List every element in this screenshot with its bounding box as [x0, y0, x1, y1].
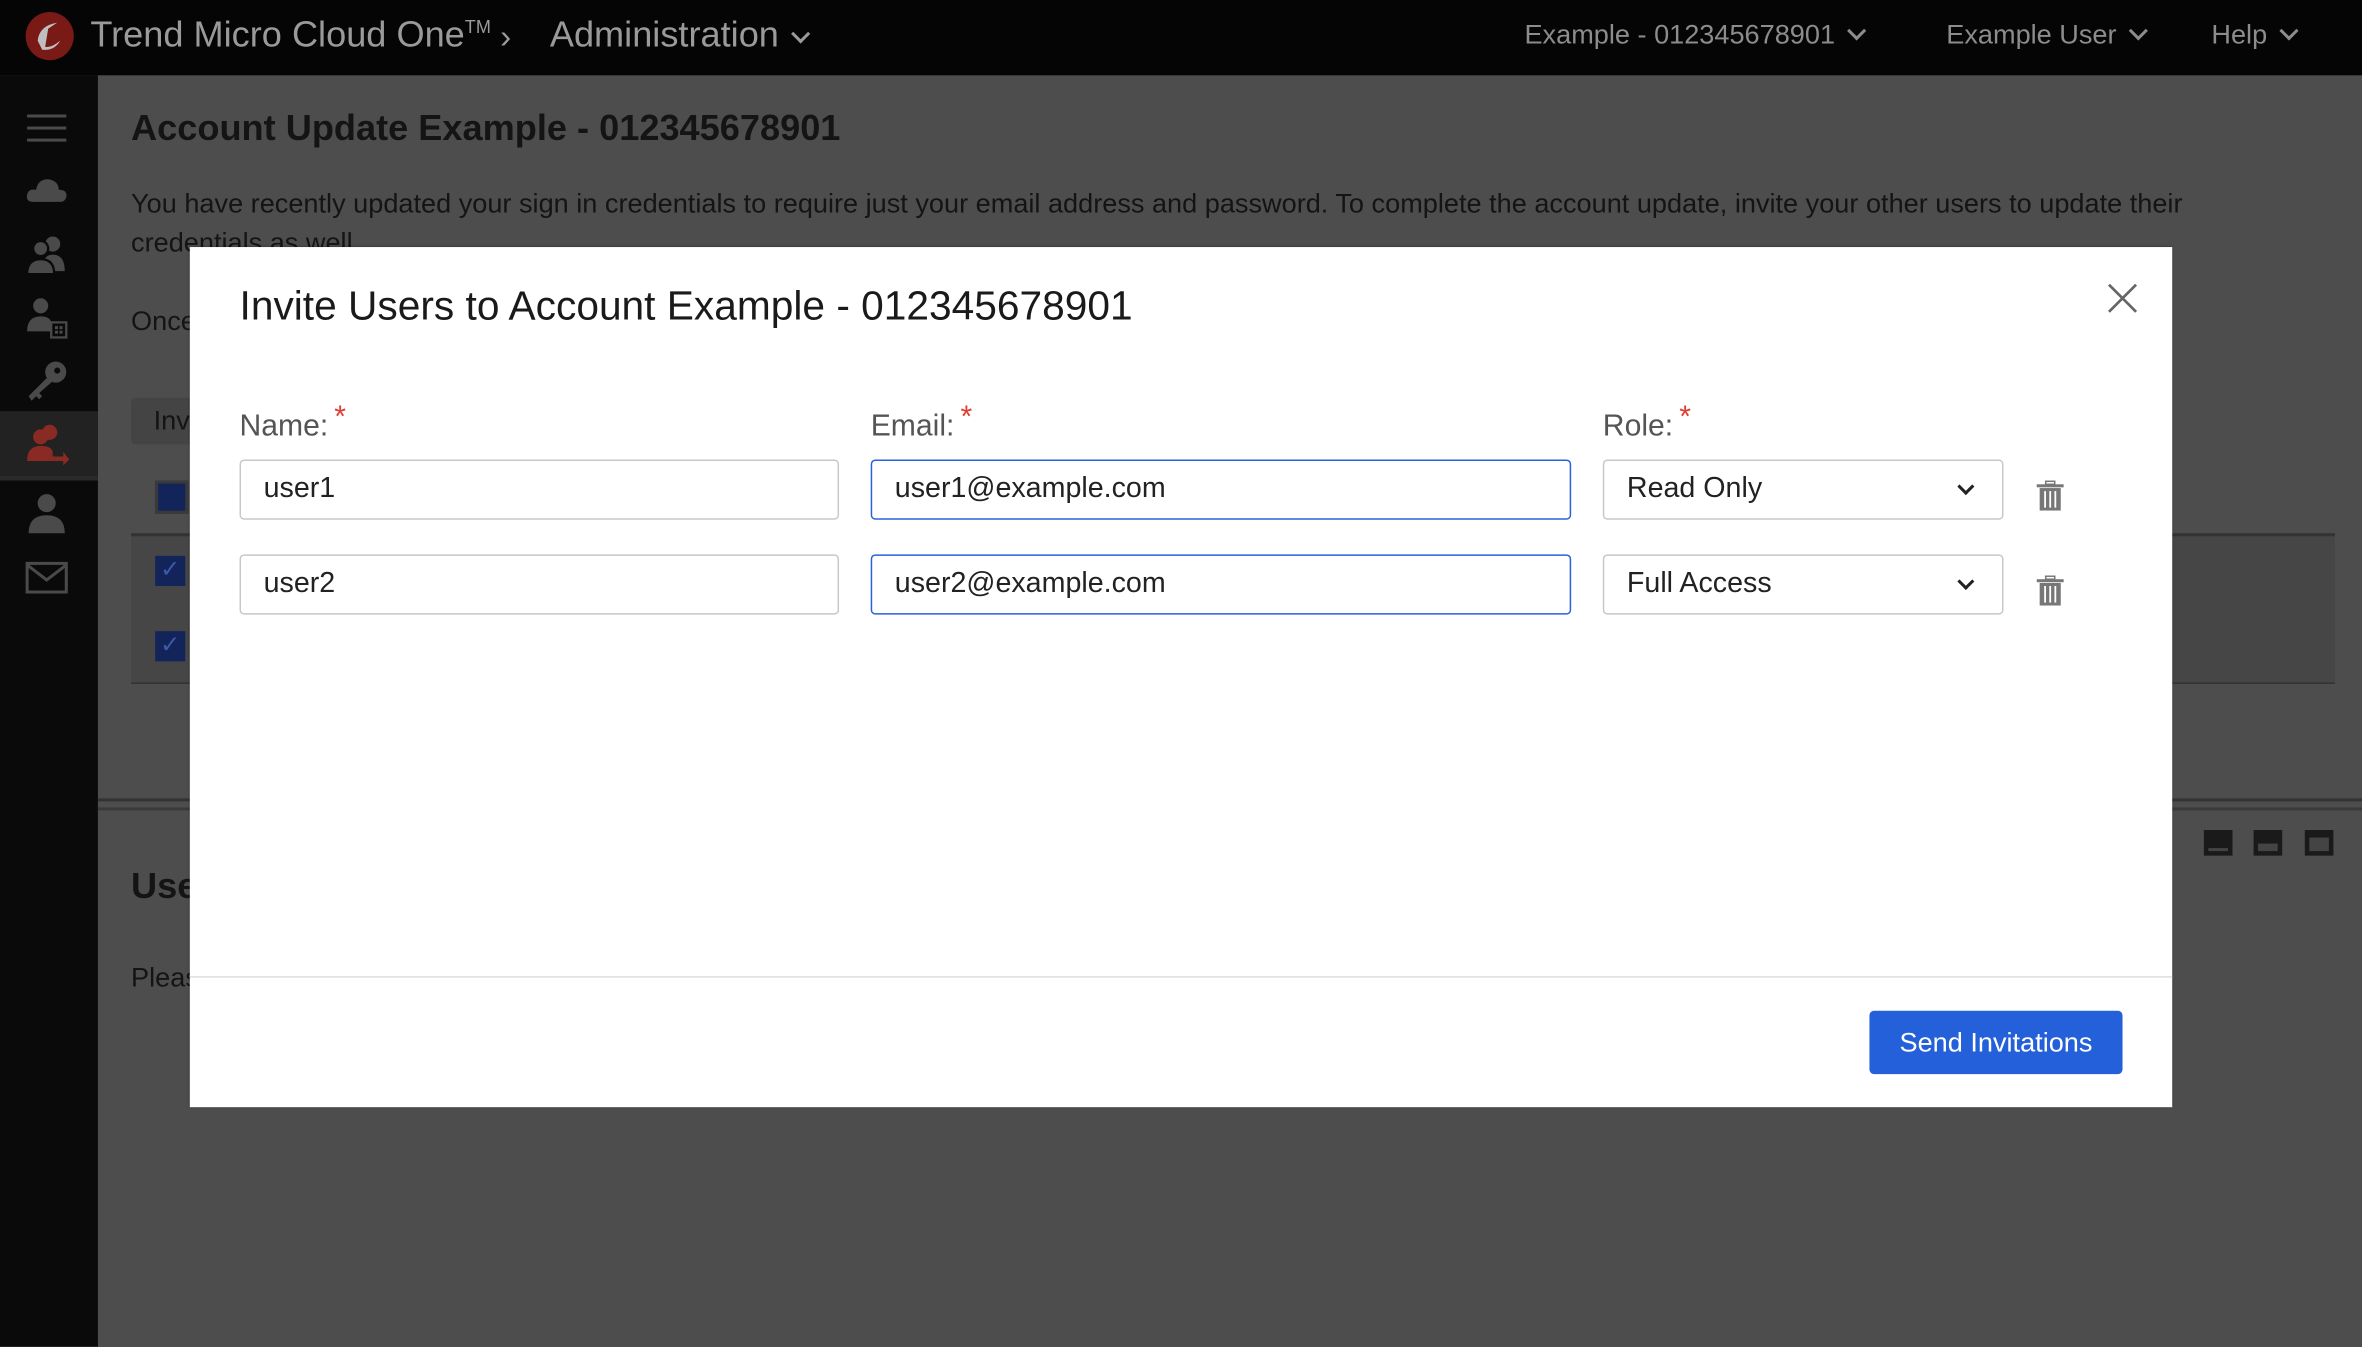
invite-users-dialog: Invite Users to Account Example - 012345… [189, 247, 2173, 1108]
trash-icon[interactable] [2036, 480, 2064, 511]
close-icon[interactable] [2107, 283, 2138, 313]
layout-full-icon[interactable] [2304, 830, 2334, 856]
role-select[interactable]: Read Only [1602, 459, 2004, 520]
account-update-message: You have recently updated your sign in c… [131, 188, 2183, 219]
top-navigation-bar: Trend Micro Cloud OneTM › Administration… [0, 0, 2362, 76]
sidebar [0, 75, 98, 1347]
layout-split-icon[interactable] [2253, 830, 2283, 856]
page-title: Account Update Example - 012345678901 [131, 108, 841, 150]
help-dropdown[interactable]: Help [2211, 20, 2299, 52]
role-select[interactable]: Full Access [1602, 554, 2004, 615]
breadcrumb-separator-icon: › [500, 18, 512, 56]
send-invitations-button[interactable]: Send Invitations [1869, 1010, 2123, 1075]
trend-micro-logo-icon [25, 12, 74, 61]
name-input[interactable]: user2 [239, 554, 840, 615]
chevron-down-icon [1957, 572, 1975, 590]
user-dropdown[interactable]: Example User [1946, 20, 2148, 52]
email-input[interactable]: user1@example.com [870, 459, 1572, 520]
trash-icon[interactable] [2036, 575, 2064, 606]
key-icon[interactable] [24, 359, 69, 404]
section-dropdown[interactable]: Administration [550, 15, 811, 57]
users-heading: Use [131, 866, 198, 907]
name-label: Name: * [239, 400, 347, 443]
chevron-down-icon [2128, 21, 2148, 41]
role-label: Role: * [1602, 400, 1691, 443]
sidebar-divider [0, 476, 98, 481]
chevron-down-icon [1957, 478, 1975, 496]
row-checkbox-checked[interactable]: ✓ [155, 555, 186, 586]
users-icon[interactable] [24, 232, 69, 277]
user-roles-icon[interactable] [24, 295, 69, 340]
email-label: Email: * [870, 400, 973, 443]
chevron-down-icon [1847, 21, 1867, 41]
mail-icon[interactable] [24, 554, 69, 599]
product-name[interactable]: Trend Micro Cloud OneTM [90, 15, 491, 57]
chevron-down-icon [791, 24, 811, 44]
cloud-icon[interactable] [24, 169, 69, 214]
invite-users-icon[interactable] [24, 422, 70, 467]
name-input[interactable]: user1 [239, 459, 840, 520]
dialog-footer-divider [189, 976, 2173, 978]
email-input[interactable]: user2@example.com [870, 554, 1572, 615]
menu-icon[interactable] [24, 105, 69, 150]
row-checkbox-checked[interactable]: ✓ [155, 631, 186, 662]
please-text: Pleas [131, 962, 199, 993]
select-all-checkbox[interactable] [155, 480, 189, 514]
chevron-down-icon [2279, 21, 2299, 41]
user-icon[interactable] [24, 491, 69, 536]
layout-bottom-icon[interactable] [2203, 830, 2233, 856]
dialog-title: Invite Users to Account Example - 012345… [239, 283, 1133, 329]
once-text: Once [131, 305, 196, 336]
account-dropdown[interactable]: Example - 012345678901 [1524, 20, 1867, 52]
